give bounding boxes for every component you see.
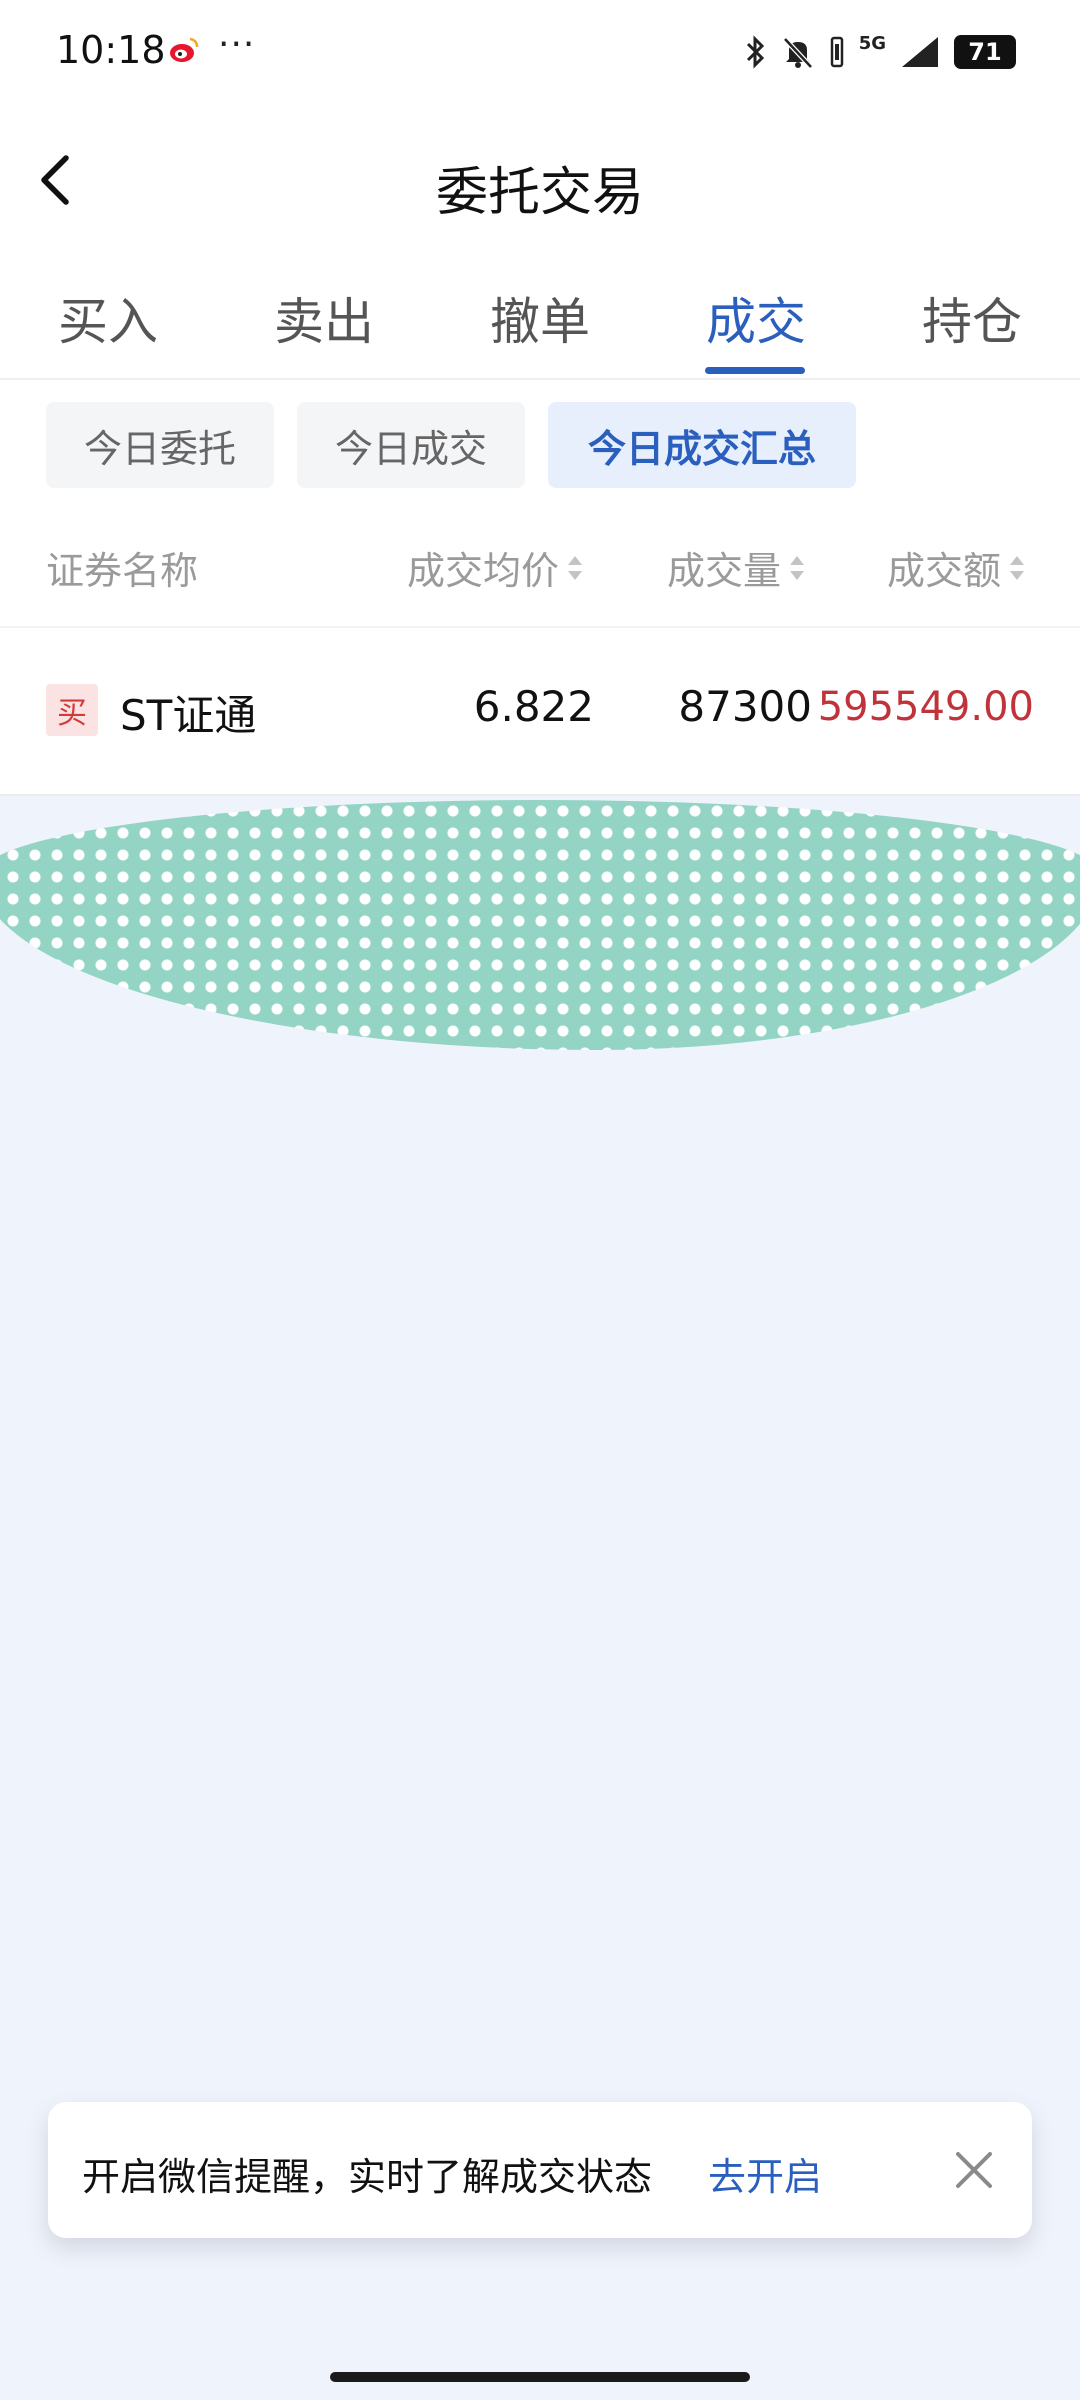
active-tab-indicator — [705, 367, 805, 374]
status-time: 10:18 — [56, 28, 166, 72]
tab-positions[interactable]: 持仓 — [892, 282, 1052, 354]
stock-name: ST证通 — [120, 691, 257, 740]
trade-tabs: 买入 卖出 撤单 成交 持仓 — [0, 268, 1080, 378]
close-icon[interactable] — [948, 2144, 1000, 2196]
app-header: 委托交易 — [0, 130, 1080, 230]
subtab-today-orders[interactable]: 今日委托 — [46, 402, 274, 488]
battery-level: 71 — [954, 35, 1016, 69]
col-avg-price-label: 成交均价 — [407, 549, 560, 593]
weibo-icon — [170, 37, 199, 62]
bluetooth-icon — [746, 35, 764, 69]
tab-buy[interactable]: 买入 — [28, 282, 188, 354]
sort-icon — [567, 554, 583, 582]
table-row[interactable]: 买 ST证通 6.822 87300 595549.00 — [0, 628, 1080, 794]
avg-price-value: 6.822 — [473, 682, 594, 731]
col-security-name-label: 证券名称 — [46, 549, 199, 593]
subtab-today-deals[interactable]: 今日成交 — [297, 402, 525, 488]
tab-sell[interactable]: 卖出 — [244, 282, 404, 354]
network-type: 5G — [858, 33, 886, 54]
decorative-dot-pattern — [0, 800, 1080, 1050]
signal-icon — [902, 37, 938, 67]
col-volume-label: 成交量 — [667, 549, 782, 593]
vibrate-icon — [830, 36, 843, 68]
mute-icon — [782, 37, 813, 69]
subtab-today-deal-summary[interactable]: 今日成交汇总 — [548, 402, 856, 488]
buy-badge: 买 — [46, 684, 98, 736]
page-title: 委托交易 — [435, 163, 644, 223]
status-icons: 5G 71 — [745, 32, 1016, 72]
tabs-divider — [0, 378, 1080, 380]
more-notifications: ··· — [218, 24, 256, 65]
col-avg-price[interactable]: 成交均价 — [407, 540, 583, 595]
home-indicator[interactable] — [330, 2372, 750, 2382]
wechat-reminder-banner: 开启微信提醒，实时了解成交状态 去开启 — [48, 2102, 1032, 2238]
status-bar: 10:18 ··· 5G 71 — [0, 0, 1080, 100]
col-amount[interactable]: 成交额 — [887, 540, 1025, 595]
sort-icon — [789, 554, 805, 582]
volume-value: 87300 — [678, 682, 812, 731]
tab-deals[interactable]: 成交 — [676, 282, 836, 354]
tab-cancel-order[interactable]: 撤单 — [460, 282, 620, 354]
col-security-name: 证券名称 — [46, 540, 198, 595]
enable-reminder-link[interactable]: 去开启 — [708, 2146, 822, 2201]
sort-icon — [1009, 554, 1025, 582]
col-amount-label: 成交额 — [887, 549, 1002, 593]
amount-value: 595549.00 — [817, 684, 1034, 730]
row-divider — [0, 794, 1080, 796]
banner-message: 开启微信提醒，实时了解成交状态 — [82, 2155, 653, 2199]
col-volume[interactable]: 成交量 — [667, 540, 805, 595]
